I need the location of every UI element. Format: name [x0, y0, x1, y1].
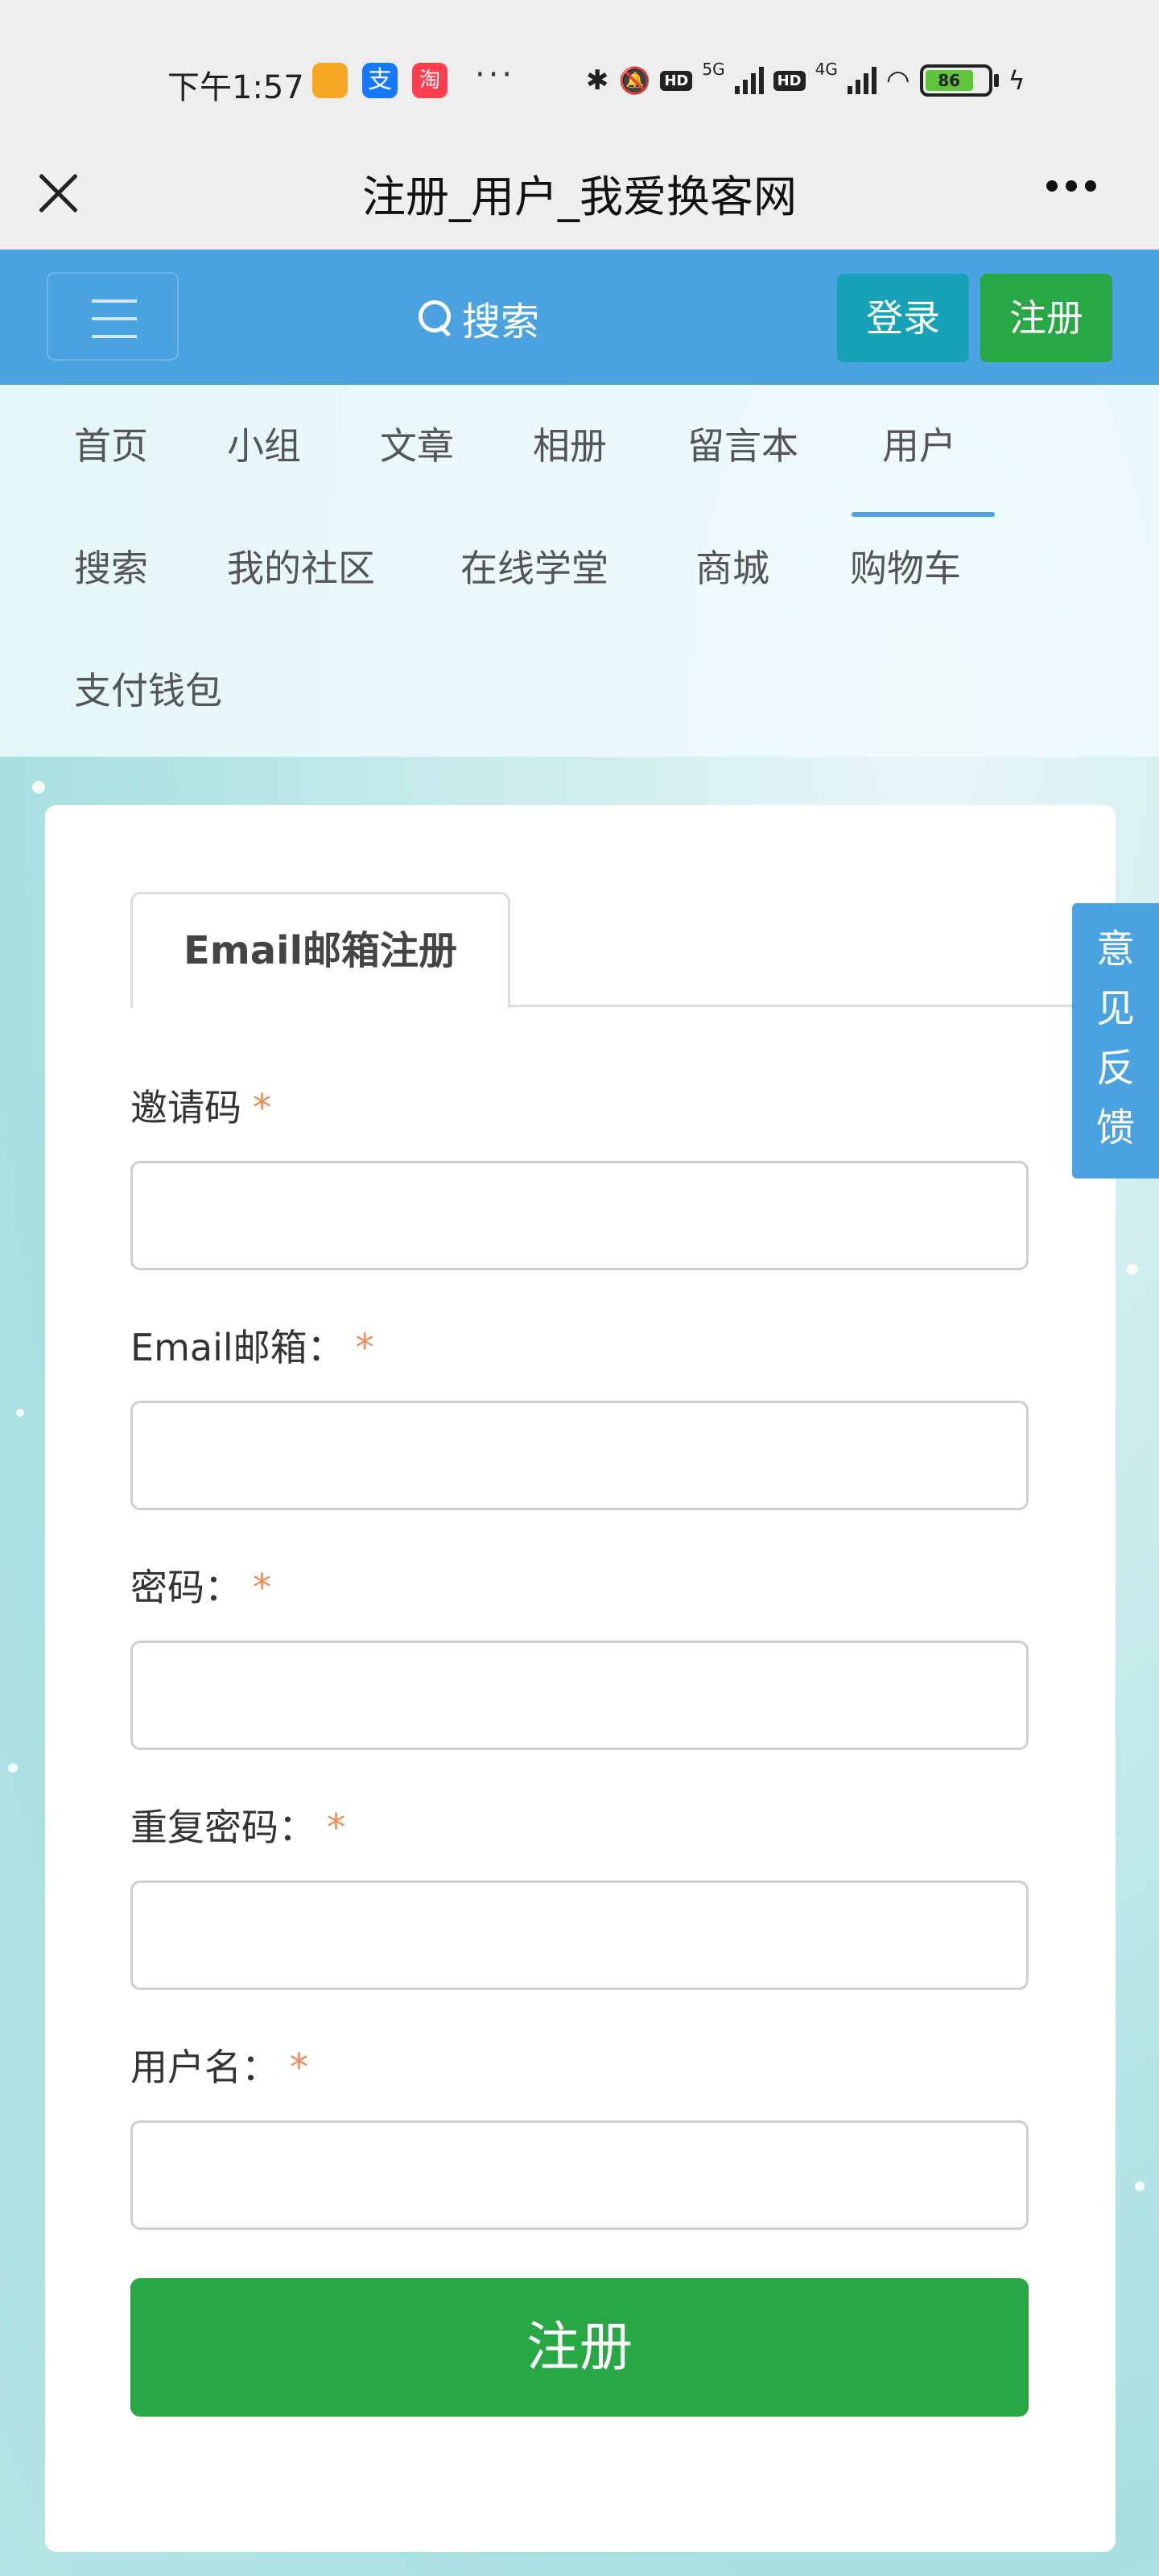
nav-item-wallet[interactable]: 支付钱包	[74, 662, 222, 715]
feedback-button[interactable]: 意 见 反 馈	[1072, 903, 1159, 1179]
nav-item-groups[interactable]: 小组	[227, 417, 301, 470]
password-field[interactable]	[130, 1641, 1029, 1750]
register-card: Email邮箱注册 邀请码 * Email邮箱： * 密码： * 重复密码： * 用户名…	[45, 805, 1116, 2552]
taobao-icon: 淘	[412, 63, 448, 98]
bluetooth-icon: ✱	[586, 64, 609, 97]
submit-register-button[interactable]: 注册	[130, 2278, 1029, 2417]
page-title: 注册_用户_我爱换客网	[362, 171, 797, 222]
signal-bars-2-icon	[847, 67, 876, 94]
network-5g-label: 5G	[702, 60, 725, 79]
status-time: 下午1:57	[167, 69, 304, 106]
nav-item-search[interactable]: 搜索	[74, 539, 148, 592]
more-options-icon[interactable]	[1046, 180, 1096, 192]
charging-icon: ϟ	[1008, 65, 1025, 96]
tab-email-register[interactable]: Email邮箱注册	[130, 892, 510, 1008]
username-field[interactable]	[130, 2120, 1029, 2230]
nav-item-albums[interactable]: 相册	[533, 417, 607, 470]
battery-icon: 86	[919, 64, 999, 97]
login-button[interactable]: 登录	[837, 274, 969, 362]
username-label: 用户名： *	[130, 2046, 308, 2089]
nav-item-articles[interactable]: 文章	[380, 417, 454, 470]
nav-item-mall[interactable]: 商城	[695, 539, 769, 592]
nav-item-my-community[interactable]: 我的社区	[227, 539, 375, 592]
repeat-password-field[interactable]	[130, 1880, 1029, 1990]
menu-toggle-button[interactable]	[47, 272, 179, 361]
nav-item-online-school[interactable]: 在线学堂	[460, 539, 608, 592]
nav-item-users[interactable]: 用户	[852, 417, 995, 517]
search-icon	[419, 300, 454, 336]
hd-badge-2: HD	[773, 70, 806, 91]
repeat-password-label: 重复密码： *	[130, 1806, 345, 1849]
email-field[interactable]	[130, 1401, 1029, 1510]
hd-badge-1: HD	[660, 70, 693, 91]
network-4g-label: 4G	[815, 60, 838, 79]
nav-item-home[interactable]: 首页	[74, 417, 148, 470]
nav-item-guestbook[interactable]: 留言本	[687, 417, 798, 470]
search-label: 搜索	[462, 299, 540, 345]
email-label: Email邮箱： *	[130, 1326, 374, 1369]
title-bar: 注册_用户_我爱换客网	[0, 145, 1159, 250]
password-label: 密码： *	[130, 1566, 271, 1609]
status-bar: 下午1:57 支 淘 ··· ✱ 🔕 HD 5G HD 4G ◠ 86 ϟ	[0, 0, 1159, 145]
battery-level: 86	[925, 70, 973, 91]
invite-code-label: 邀请码 *	[130, 1086, 271, 1129]
gallery-icon	[312, 63, 348, 98]
invite-code-field[interactable]	[130, 1161, 1029, 1270]
nav-menu: 首页 小组 文章 相册 留言本 用户 搜索 我的社区 在线学堂 商城 购物车 支…	[0, 385, 1159, 757]
top-navbar: 搜索 登录 注册	[0, 250, 1159, 385]
nav-item-cart[interactable]: 购物车	[850, 539, 961, 592]
hamburger-icon	[92, 299, 137, 303]
register-button[interactable]: 注册	[980, 274, 1112, 362]
search-button[interactable]: 搜索	[419, 290, 539, 346]
more-notifications-icon: ···	[475, 56, 516, 93]
alipay-icon: 支	[362, 63, 398, 98]
signal-bars-1-icon	[734, 67, 764, 94]
wifi-icon: ◠	[885, 64, 910, 97]
status-indicators: ✱ 🔕 HD 5G HD 4G ◠ 86 ϟ	[586, 56, 1025, 105]
mute-icon: 🔕	[618, 65, 651, 96]
